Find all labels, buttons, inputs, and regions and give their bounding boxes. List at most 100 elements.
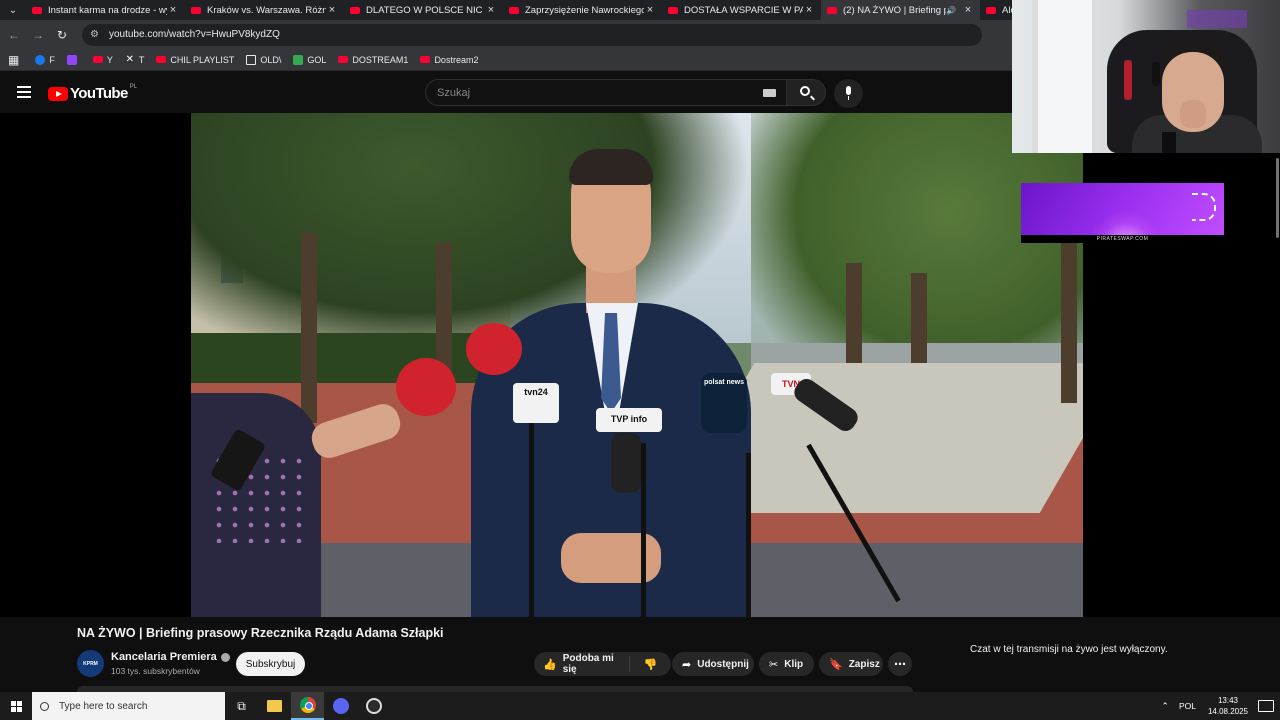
bookmark-item[interactable] <box>66 54 81 65</box>
dislike-button[interactable]: 👎 <box>630 658 671 671</box>
url-text: youtube.com/watch?v=HwuPV8kydZQ <box>108 29 280 40</box>
microphone <box>611 433 641 493</box>
thumbs-up-icon: 👍 <box>543 658 557 671</box>
like-button[interactable]: 👍 Podoba mi się <box>534 653 630 675</box>
windows-start-icon[interactable] <box>0 692 32 720</box>
like-label: Podoba mi się <box>562 653 614 675</box>
search-icon <box>40 701 49 711</box>
notifications-icon[interactable] <box>1258 700 1274 712</box>
reload-icon[interactable]: ↻ <box>50 28 74 42</box>
video-frame[interactable]: tvn24 TVP info polsat news TVN <box>191 113 1083 617</box>
browser-tab-active[interactable]: (2) NA ŻYWO | Briefing pra 🔊 × <box>821 0 980 20</box>
chrome-icon[interactable] <box>291 692 324 720</box>
chat-disabled-message: Czat w tej transmisji na żywo jest wyłąc… <box>970 644 1168 655</box>
browser-tab[interactable]: DLATEGO W POLSCE NIC SIĘ N× <box>344 0 503 20</box>
task-view-icon[interactable]: ⧉ <box>225 692 258 720</box>
bookmark-item[interactable]: DOSTREAM1 <box>338 55 408 65</box>
subscriber-count: 103 tys. subskrybentów <box>111 666 200 676</box>
share-button[interactable]: ➦ Udostępnij <box>672 652 754 676</box>
search-button[interactable] <box>786 79 826 106</box>
system-tray: ⌃ POL 13:43 14.08.2025 <box>1161 692 1280 720</box>
bookmark-item[interactable]: Y <box>92 54 113 65</box>
close-icon[interactable]: × <box>644 4 656 16</box>
more-dots-icon: ⋯ <box>894 657 906 671</box>
tray-caret-up-icon[interactable]: ⌃ <box>1161 701 1169 712</box>
search-icon <box>800 86 810 96</box>
keyboard-icon[interactable] <box>763 89 776 97</box>
clock-date: 14.08.2025 <box>1207 707 1248 716</box>
bookmark-item[interactable]: CHIL PLAYLIST <box>156 55 234 65</box>
mic-label-text: tvn24 <box>524 387 548 397</box>
close-icon[interactable]: × <box>962 4 974 16</box>
twitch-icon <box>66 54 77 65</box>
discord-icon[interactable] <box>324 692 357 720</box>
file-explorer-icon[interactable] <box>258 692 291 720</box>
tab-title: DOSTAŁA WSPARCIE W PANDE <box>684 4 803 16</box>
sponsor-banner-footer: PIRATESWAP.COM <box>1021 235 1224 243</box>
browser-tab[interactable]: Instant karma na drodze - wyk × <box>26 0 185 20</box>
clock[interactable]: 13:43 14.08.2025 <box>1208 695 1248 717</box>
bookmarks-bar: ▦ F Y ✕ T CHIL PLAYLIST OLD\ GOL DOSTREAM… <box>0 49 1012 71</box>
save-button[interactable]: 🔖 Zapisz <box>819 652 883 676</box>
tab-title: Instant karma na drodze - wyk <box>48 4 167 16</box>
logo-wordmark: YouTube <box>70 85 128 102</box>
bookmark-item[interactable]: Dostream2 <box>420 55 478 65</box>
address-bar[interactable]: ⚙ youtube.com/watch?v=HwuPV8kydZQ <box>82 23 982 46</box>
apps-grid-icon[interactable]: ▦ <box>8 53 19 67</box>
close-icon[interactable]: × <box>326 4 338 16</box>
subscribe-button[interactable]: Subskrybuj <box>236 652 305 676</box>
bookmark-item[interactable]: ✕ T <box>125 54 145 65</box>
tab-search-chevron-icon[interactable]: ⌄ <box>0 0 26 20</box>
taskbar-search-placeholder: Type here to search <box>59 700 148 712</box>
search-input[interactable]: Szukaj <box>425 79 787 106</box>
browser-tab[interactable]: Kraków vs. Warszawa. Różnice× <box>185 0 344 20</box>
tab-title: (2) NA ŻYWO | Briefing pra <box>843 4 947 16</box>
clip-button[interactable]: ✂ Klip <box>759 652 814 676</box>
menu-hamburger-icon[interactable] <box>17 86 31 98</box>
microphone-red <box>466 323 522 375</box>
taskbar-search-input[interactable]: Type here to search <box>32 692 225 720</box>
streamer-microphone <box>1162 132 1176 153</box>
close-icon[interactable]: × <box>167 4 179 16</box>
g-icon <box>293 54 304 65</box>
bookmark-label: Dostream2 <box>434 54 479 65</box>
more-actions-button[interactable]: ⋯ <box>888 652 912 676</box>
close-icon[interactable]: × <box>803 4 815 16</box>
close-icon[interactable]: × <box>485 4 497 16</box>
channel-name[interactable]: Kancelaria Premiera <box>111 651 230 663</box>
bookmark-folder[interactable]: OLD\ <box>246 54 281 65</box>
youtube-favicon-icon <box>191 6 201 14</box>
voice-search-mic-icon[interactable] <box>834 79 863 108</box>
microphone-tvn24: tvn24 <box>513 383 559 423</box>
bookmark-label: F <box>49 54 55 65</box>
youtube-icon <box>420 56 431 63</box>
bookmark-icon: 🔖 <box>829 658 843 671</box>
youtube-icon <box>92 56 103 63</box>
bookmark-item[interactable]: F <box>35 54 55 65</box>
back-arrow-icon[interactable]: ← <box>2 28 26 42</box>
browser-tab[interactable]: Zaprzysiężenie Nawrockiego, A× <box>503 0 662 20</box>
search-placeholder: Szukaj <box>437 86 471 99</box>
scrollbar-thumb[interactable] <box>1276 158 1279 238</box>
mic-stand <box>641 443 646 617</box>
channel-avatar[interactable]: KPRM <box>77 650 104 677</box>
youtube-favicon-icon <box>668 6 678 14</box>
forward-arrow-icon[interactable]: → <box>26 28 50 42</box>
mic-label-text: TVP info <box>610 414 648 424</box>
bookmark-item[interactable]: GOL <box>293 54 327 65</box>
tree-trunk <box>301 233 317 423</box>
input-language[interactable]: POL <box>1179 701 1196 711</box>
obs-icon[interactable] <box>357 692 390 720</box>
tab-title: Zaprzysiężenie Nawrockiego, A <box>525 4 644 16</box>
youtube-logo[interactable]: YouTube PL <box>48 84 137 102</box>
bookmark-label: GOL <box>307 54 327 65</box>
browser-toolbar: ← → ↻ ⚙ youtube.com/watch?v=HwuPV8kydZQ <box>0 20 1012 49</box>
bookmark-label: Y <box>106 54 113 65</box>
site-settings-icon[interactable]: ⚙ <box>90 29 99 40</box>
youtube-icon <box>156 56 167 63</box>
mic-stand <box>746 453 751 617</box>
speaker-icon[interactable]: 🔊 <box>946 6 956 15</box>
browser-tab[interactable]: DOSTAŁA WSPARCIE W PANDE× <box>662 0 821 20</box>
tree-trunk <box>911 273 927 363</box>
video-title: NA ŻYWO | Briefing prasowy Rzecznika Rzą… <box>77 626 444 640</box>
